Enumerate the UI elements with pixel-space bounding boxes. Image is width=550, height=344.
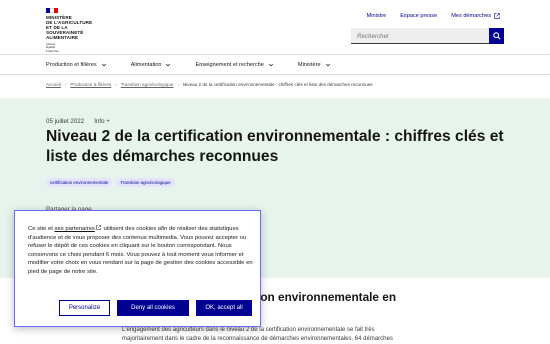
search-icon: [492, 32, 501, 40]
deny-all-button[interactable]: Deny all cookies: [117, 300, 189, 316]
nav-label: Enseignement et recherche: [195, 61, 264, 68]
breadcrumb-home[interactable]: Accueil: [46, 82, 61, 87]
chevron-down-icon: [268, 63, 273, 66]
cookie-buttons: Personalize Deny all cookies OK, accept …: [59, 300, 252, 316]
breadcrumb-transition[interactable]: Transition agroécologique: [121, 82, 174, 87]
ministre-link[interactable]: Ministre: [367, 13, 387, 19]
section-heading: cation environnementale en: [240, 290, 397, 304]
chevron-down-icon: [325, 63, 330, 66]
mes-demarches-link[interactable]: Mes démarches: [451, 13, 500, 19]
breadcrumb-separator: ›: [115, 82, 117, 87]
breadcrumb-current: Niveau 2 de la certification environneme…: [182, 82, 373, 87]
logo-line: ET DE LA SOUVERAINETÉ: [46, 25, 84, 35]
article-meta: 05 juillet 2022 Info +: [46, 118, 110, 125]
logo-line: ALIMENTAIRE: [46, 35, 79, 40]
cookie-consent-dialog: Ce site et ses partenaires utilisent des…: [14, 210, 261, 327]
main-nav: Production et filières Alimentation Ense…: [0, 54, 550, 75]
partners-link[interactable]: ses partenaires: [55, 226, 95, 232]
search-bar: [351, 28, 504, 44]
search-button[interactable]: [489, 28, 504, 44]
external-link-icon: [96, 225, 101, 230]
nav-label: Alimentation: [130, 61, 162, 68]
personalize-button[interactable]: Personalize: [59, 300, 110, 316]
cookie-message: Ce site et ses partenaires utilisent des…: [28, 225, 254, 276]
site-header: MINISTÈRE DE L'AGRICULTURE ET DE LA SOUV…: [0, 0, 550, 53]
breadcrumb: Accueil › Production & filières › Transi…: [46, 82, 373, 87]
cookie-text-before: Ce site et: [28, 226, 55, 232]
nav-label: Ministère: [297, 61, 321, 68]
flag-icon: [46, 8, 58, 13]
breadcrumb-separator: ›: [177, 82, 179, 87]
cookie-text-after: utilisent des cookies afin de réaliser d…: [28, 226, 253, 275]
accept-all-button[interactable]: OK, accept all: [196, 300, 252, 316]
external-link-icon: [494, 13, 500, 19]
article-date: 05 juillet 2022: [46, 118, 85, 125]
tag-certification[interactable]: certification environnementale: [46, 178, 113, 187]
nav-production-filieres[interactable]: Production et filières: [46, 62, 107, 68]
logo-motto: Liberté Égalité Fraternité: [46, 42, 59, 53]
tag-transition[interactable]: Transition agroécologique: [116, 178, 175, 187]
article-category: Info +: [94, 118, 110, 125]
breadcrumb-separator: ›: [64, 82, 67, 87]
nav-alimentation[interactable]: Alimentation: [131, 62, 172, 68]
nav-ministere[interactable]: Ministère: [298, 62, 331, 68]
breadcrumb-production[interactable]: Production & filières: [70, 82, 111, 87]
article-paragraph: L'engagement des agriculteurs dans le ni…: [122, 327, 393, 342]
search-input[interactable]: [351, 28, 489, 44]
nav-label: Production et filières: [46, 61, 97, 68]
mes-demarches-label: Mes démarches: [451, 13, 491, 19]
espace-presse-link[interactable]: Espace presse: [400, 13, 437, 19]
tag-list: certification environnementale Transitio…: [46, 178, 175, 187]
chevron-down-icon: [101, 63, 106, 66]
ministry-logo[interactable]: MINISTÈRE DE L'AGRICULTURE ET DE LA SOUV…: [46, 8, 96, 53]
quick-links: Ministre Espace presse Mes démarches: [367, 13, 500, 19]
nav-enseignement-recherche[interactable]: Enseignement et recherche: [195, 62, 273, 68]
chevron-down-icon: [166, 63, 171, 66]
page-title: Niveau 2 de la certification environneme…: [46, 128, 504, 165]
